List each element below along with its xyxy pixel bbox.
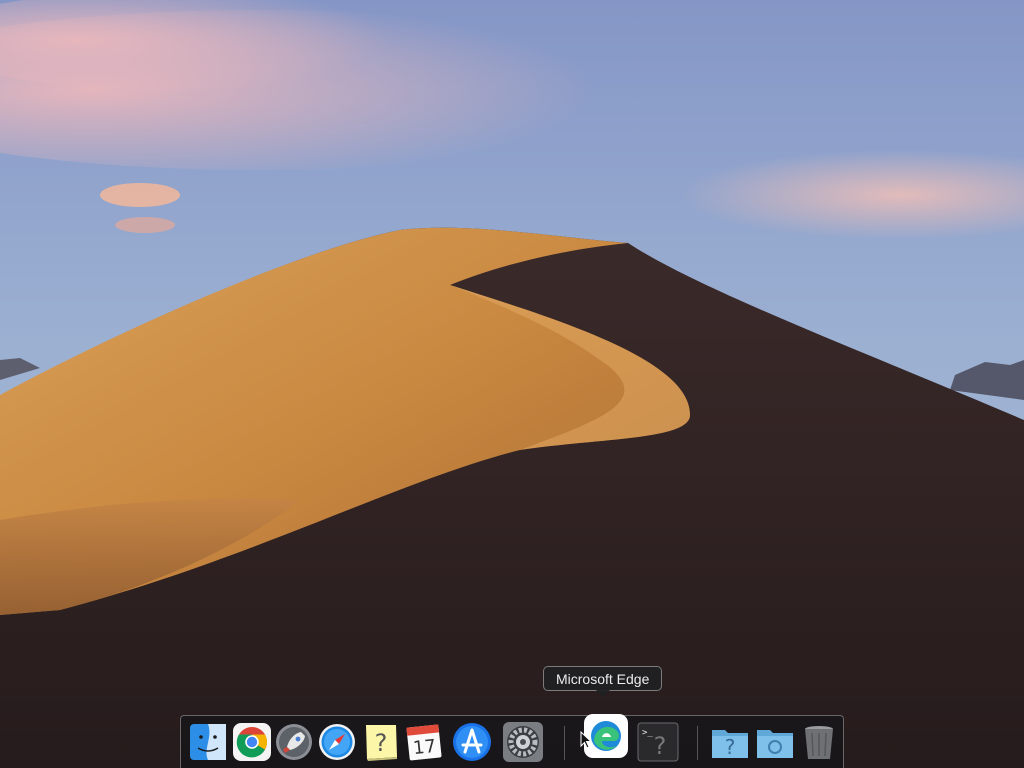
chrome-icon: [233, 723, 271, 761]
svg-text:?: ?: [654, 732, 667, 760]
svg-text:?: ?: [375, 729, 388, 757]
appstore-icon: [453, 723, 491, 761]
dock-item-calendar[interactable]: 17: [403, 721, 445, 763]
svg-text:17: 17: [412, 736, 437, 759]
dock: ? 17 >_ ? ?: [180, 714, 844, 768]
dock-item-finder[interactable]: [187, 721, 229, 763]
question-icon: ?: [366, 725, 397, 761]
dock-item-terminal[interactable]: >_ ?: [637, 721, 679, 763]
folder-question-icon: ?: [712, 730, 748, 759]
dock-divider: [697, 726, 698, 760]
calendar-icon: 17: [406, 724, 442, 761]
mouse-cursor-icon: [580, 731, 592, 749]
downloads-folder-icon: [757, 730, 793, 758]
dock-item-folder[interactable]: ?: [709, 721, 751, 763]
svg-text:?: ?: [725, 735, 736, 759]
dock-tooltip: Microsoft Edge: [543, 666, 663, 691]
dock-item-system-preferences[interactable]: [502, 721, 544, 763]
dock-item-app-store[interactable]: [451, 721, 493, 763]
dock-item-launchpad[interactable]: [273, 721, 315, 763]
dock-item-trash[interactable]: [798, 721, 840, 763]
finder-icon: [190, 724, 226, 760]
terminal-icon: >_ ?: [637, 722, 679, 762]
dock-divider: [564, 726, 565, 760]
dock-item-downloads[interactable]: [754, 721, 796, 763]
rocket-icon: [276, 724, 312, 760]
desktop: Microsoft Edge ? 17 >_ ? ?: [0, 0, 1024, 768]
trash-icon: [805, 726, 833, 759]
dock-tooltip-arrow: [596, 690, 610, 697]
svg-text:>_: >_: [642, 728, 653, 738]
gear-icon: [503, 722, 543, 762]
compass-icon: [319, 724, 355, 760]
dock-item-unknown-app[interactable]: ?: [360, 721, 402, 763]
dock-item-safari[interactable]: [316, 721, 358, 763]
dock-item-chrome[interactable]: [231, 721, 273, 763]
desktop-wallpaper: [0, 0, 1024, 768]
